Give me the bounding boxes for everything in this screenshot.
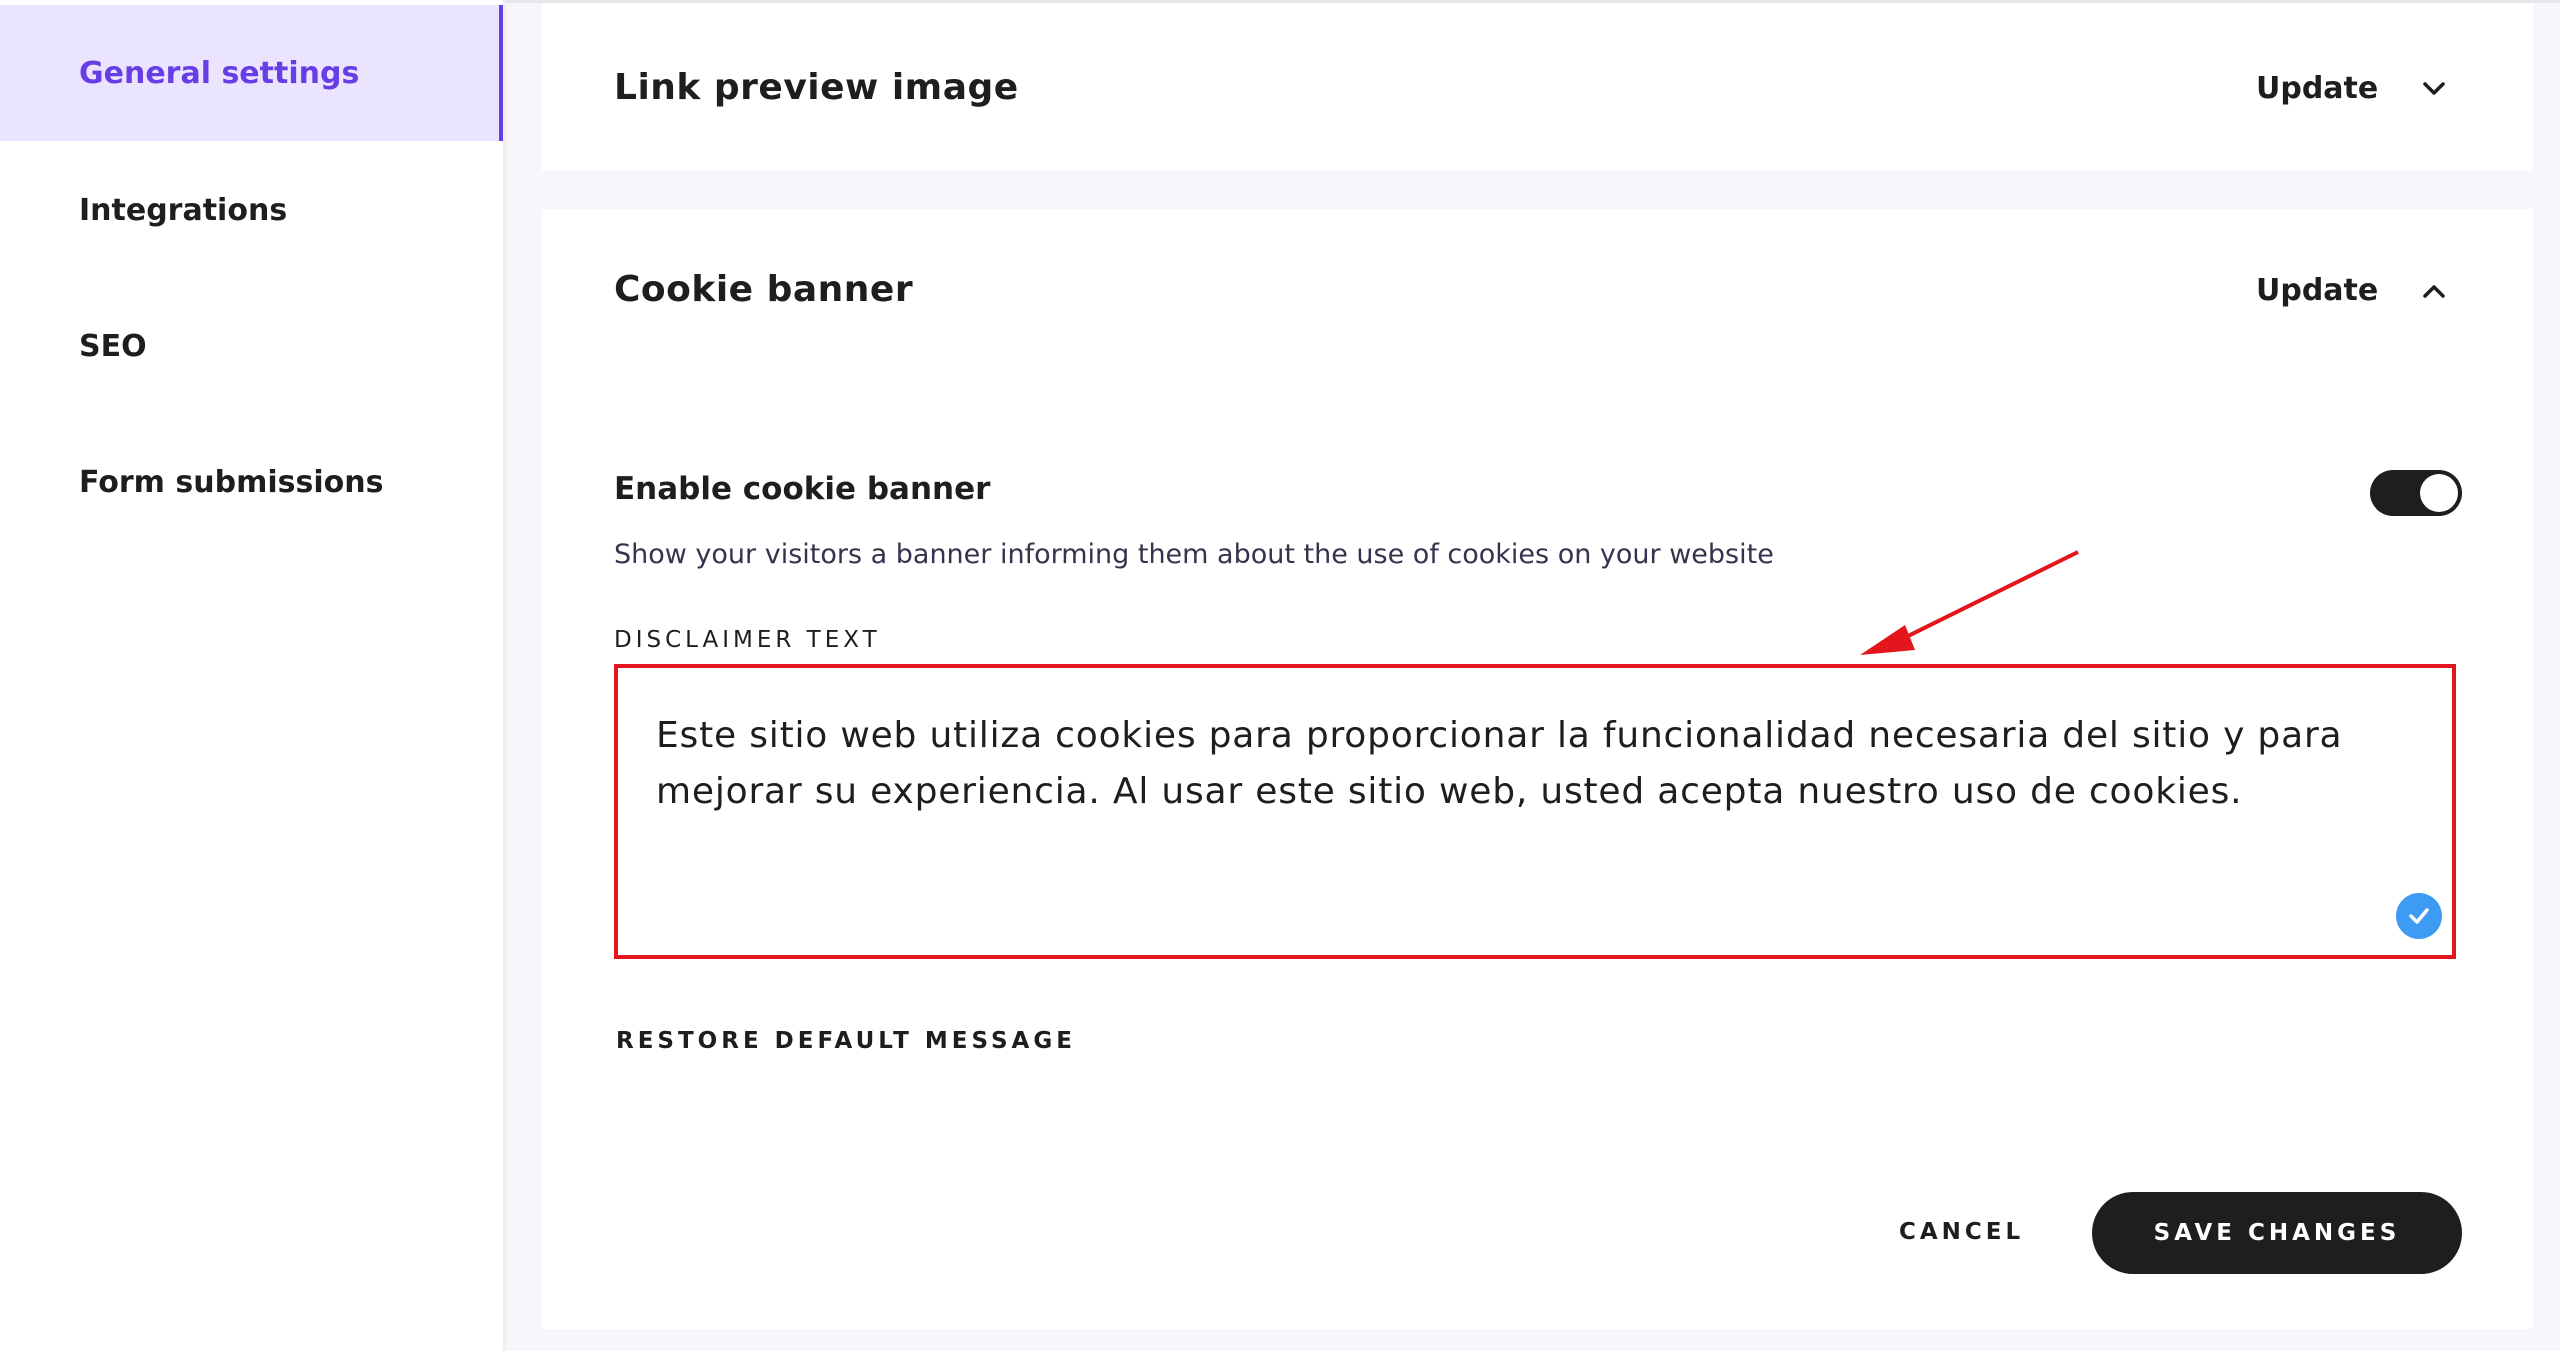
update-label: Update: [2256, 71, 2379, 106]
disclaimer-textarea[interactable]: Este sitio web utiliza cookies para prop…: [614, 664, 2456, 959]
save-changes-button[interactable]: SAVE CHANGES: [2092, 1192, 2462, 1274]
disclaimer-text-label: DISCLAIMER TEXT: [614, 627, 881, 653]
enable-cookie-banner-toggle[interactable]: [2370, 470, 2462, 516]
restore-default-message-link[interactable]: RESTORE DEFAULT MESSAGE: [616, 1028, 1076, 1054]
link-preview-title: Link preview image: [614, 67, 1019, 108]
disclaimer-text-value: Este sitio web utiliza cookies para prop…: [656, 715, 2343, 812]
sidebar-divider: [503, 0, 506, 1351]
grammar-check-icon[interactable]: [2396, 893, 2442, 939]
checkmark-icon: [2409, 908, 2429, 924]
sidebar-item-label: SEO: [79, 328, 147, 364]
enable-cookie-banner-description: Show your visitors a banner informing th…: [614, 539, 1774, 570]
cookie-banner-update-button[interactable]: Update: [2256, 273, 2450, 308]
sidebar-item-label: Form submissions: [79, 464, 384, 500]
settings-sidebar: General settings Integrations SEO Form s…: [0, 0, 503, 1351]
sidebar-item-general-settings[interactable]: General settings: [0, 5, 503, 141]
sidebar-item-label: General settings: [79, 55, 360, 91]
save-changes-label: SAVE CHANGES: [2153, 1220, 2401, 1246]
sidebar-item-label: Integrations: [79, 192, 288, 228]
link-preview-update-button[interactable]: Update: [2256, 71, 2450, 106]
sidebar-item-seo[interactable]: SEO: [0, 278, 503, 414]
cookie-banner-card: Cookie banner Update Enable cookie banne…: [542, 209, 2533, 1329]
chevron-down-icon: [2423, 81, 2445, 95]
cookie-banner-title: Cookie banner: [614, 269, 914, 310]
sidebar-item-form-submissions[interactable]: Form submissions: [0, 414, 503, 550]
toggle-knob: [2420, 474, 2458, 512]
cancel-button[interactable]: CANCEL: [1899, 1219, 2024, 1245]
link-preview-card: Link preview image Update: [542, 3, 2533, 171]
enable-cookie-banner-label: Enable cookie banner: [614, 471, 991, 507]
chevron-up-icon: [2423, 284, 2445, 298]
update-label: Update: [2256, 273, 2379, 308]
sidebar-item-integrations[interactable]: Integrations: [0, 142, 503, 278]
